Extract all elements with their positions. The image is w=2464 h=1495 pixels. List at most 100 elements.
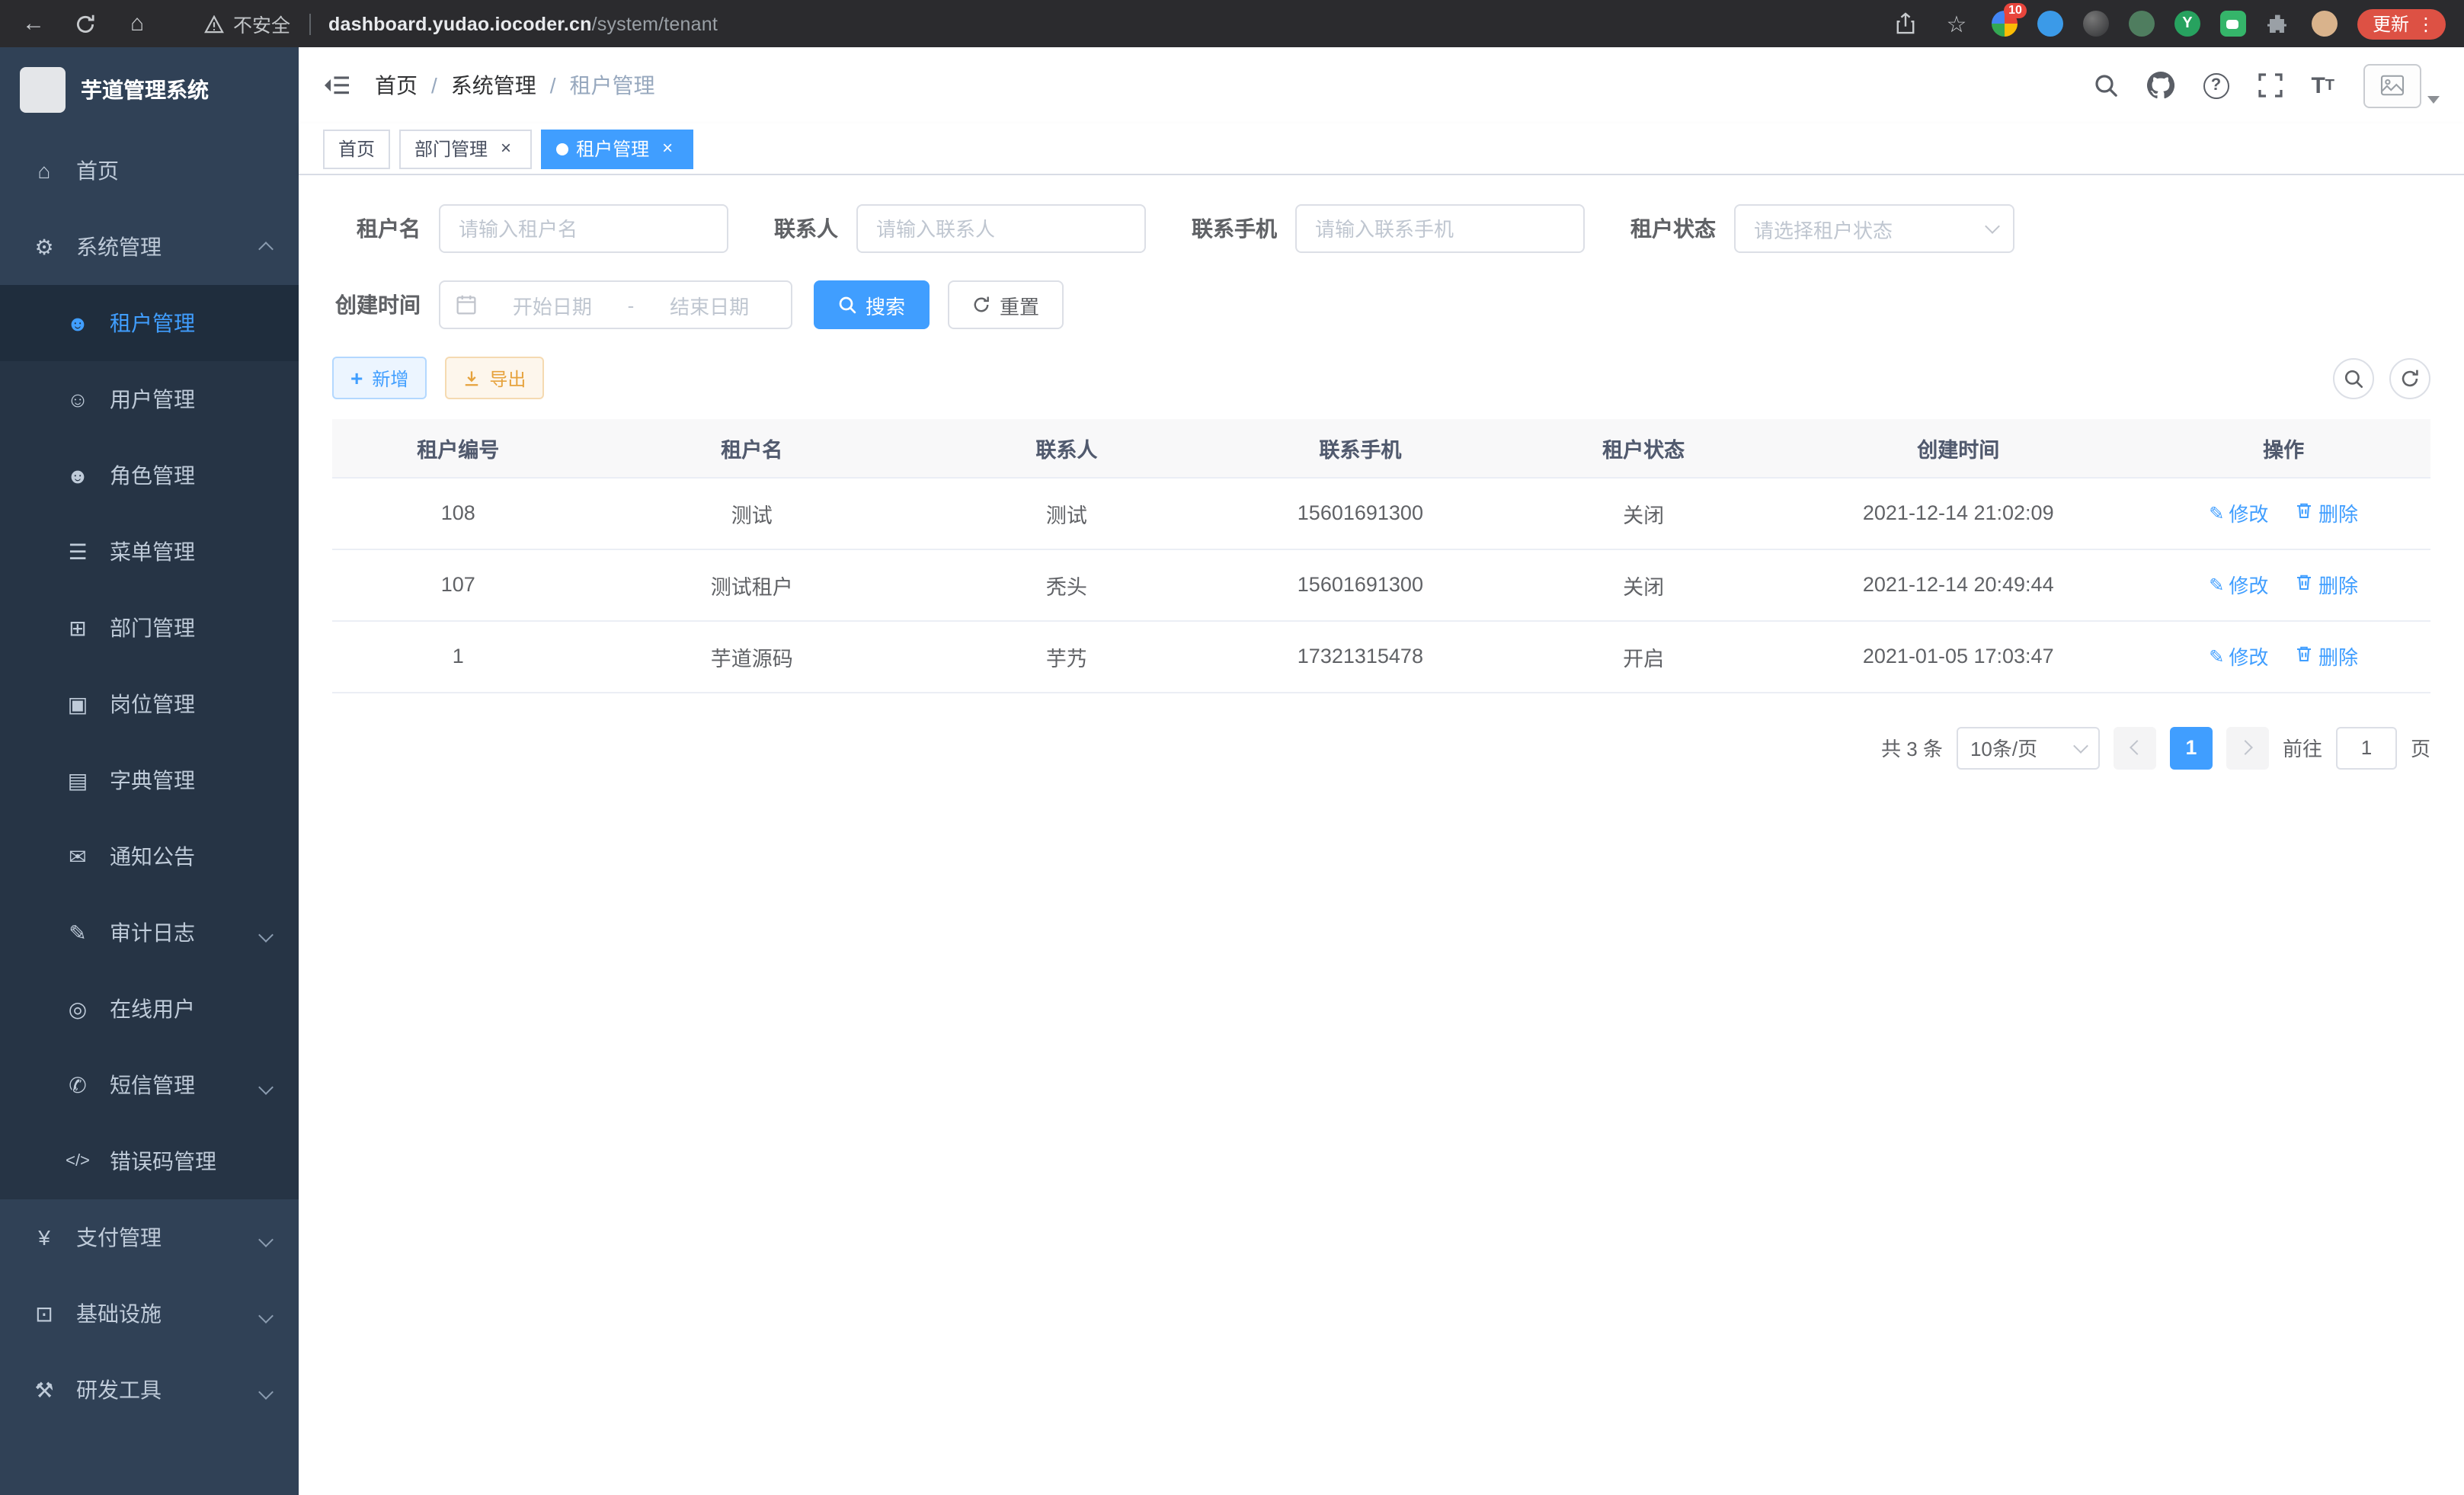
phone-icon: ✆ (64, 1072, 91, 1098)
next-page-button[interactable] (2226, 726, 2269, 769)
tab-dept[interactable]: 部门管理 × (399, 129, 532, 168)
edit-link[interactable]: ✎修改 (2209, 499, 2268, 528)
sidebar-item-system[interactable]: ⚙ 系统管理 (0, 209, 299, 285)
menu-label: 用户管理 (110, 384, 195, 415)
add-button[interactable]: + 新增 (332, 357, 427, 399)
toggle-search-button[interactable] (2333, 357, 2374, 399)
contact-input[interactable] (856, 204, 1146, 253)
extension-colorful-icon[interactable]: 10 (1992, 11, 2018, 37)
extension-dark-icon[interactable] (2083, 11, 2109, 37)
edit-link[interactable]: ✎修改 (2209, 571, 2268, 600)
menu-label: 支付管理 (76, 1222, 162, 1253)
breadcrumb-home[interactable]: 首页 (375, 70, 418, 101)
back-icon[interactable]: ← (18, 11, 49, 37)
table-header-row: 租户编号 租户名 联系人 联系手机 租户状态 创建时间 操作 (332, 419, 2430, 477)
chevron-left-icon (2130, 740, 2145, 755)
menu-label: 研发工具 (76, 1375, 162, 1405)
sidebar-item-online-user[interactable]: ◎ 在线用户 (0, 971, 299, 1047)
search-button[interactable]: 搜索 (814, 280, 930, 329)
col-tenant-name: 租户名 (584, 419, 920, 477)
delete-link[interactable]: 删除 (2296, 498, 2358, 527)
sidebar-item-dev-tools[interactable]: ⚒ 研发工具 (0, 1352, 299, 1428)
tab-label: 首页 (338, 136, 375, 162)
menu-label: 系统管理 (76, 232, 162, 262)
extension-blue-icon[interactable] (2037, 11, 2063, 37)
edit-icon: ✎ (2209, 646, 2224, 667)
reload-icon[interactable] (70, 13, 101, 34)
table-row: 1 芋道源码 芋艿 17321315478 开启 2021-01-05 17:0… (332, 620, 2430, 692)
download-icon (463, 370, 480, 386)
app-logo[interactable]: 芋道管理系统 (0, 47, 299, 133)
search-icon[interactable] (2093, 73, 2117, 98)
goto-label: 前往 (2283, 733, 2322, 762)
tenant-name-input[interactable] (439, 204, 728, 253)
logo-image (20, 67, 66, 113)
sidebar-item-payment[interactable]: ¥ 支付管理 (0, 1199, 299, 1276)
cell-phone: 15601691300 (1214, 549, 1508, 620)
sidebar-item-notice[interactable]: ✉ 通知公告 (0, 818, 299, 895)
extension-chat-icon[interactable] (2220, 11, 2246, 37)
menu-label: 错误码管理 (110, 1146, 216, 1176)
sidebar-item-home[interactable]: ⌂ 首页 (0, 133, 299, 209)
sidebar-item-post[interactable]: ▣ 岗位管理 (0, 666, 299, 742)
edit-label: 修改 (2229, 499, 2268, 528)
menu-label: 角色管理 (110, 460, 195, 491)
chevron-up-icon (261, 235, 271, 259)
cell-status: 关闭 (1507, 477, 1780, 549)
chevron-down-icon (2427, 95, 2440, 103)
address-bar[interactable]: dashboard.yudao.iocoder.cn/system/tenant (328, 13, 718, 34)
sidebar-item-audit-log[interactable]: ✎ 审计日志 (0, 895, 299, 971)
close-icon[interactable]: × (657, 138, 678, 159)
users-icon: ☻ (64, 311, 91, 335)
edit-icon: ✎ (2209, 575, 2224, 596)
export-button[interactable]: 导出 (445, 357, 544, 399)
home-icon[interactable]: ⌂ (122, 11, 152, 37)
profile-avatar-icon[interactable] (2312, 11, 2338, 37)
extension-y-icon[interactable]: Y (2174, 11, 2200, 37)
tab-home[interactable]: 首页 (323, 129, 390, 168)
breadcrumb-system[interactable]: 系统管理 (451, 70, 536, 101)
date-range-picker[interactable]: 开始日期 - 结束日期 (439, 280, 792, 329)
sidebar-item-error-code[interactable]: </> 错误码管理 (0, 1123, 299, 1199)
github-icon[interactable] (2146, 72, 2174, 99)
sidebar-item-sms[interactable]: ✆ 短信管理 (0, 1047, 299, 1123)
phone-input[interactable] (1295, 204, 1585, 253)
sidebar-item-dict[interactable]: ▤ 字典管理 (0, 742, 299, 818)
page-size-select[interactable]: 10条/页 (1957, 726, 2100, 769)
fullscreen-icon[interactable] (2258, 73, 2282, 98)
delete-link[interactable]: 删除 (2296, 570, 2358, 599)
user-avatar[interactable] (2363, 63, 2440, 107)
status-select[interactable]: 请选择租户状态 (1734, 204, 2014, 253)
bookmark-star-icon[interactable]: ☆ (1941, 10, 1972, 37)
extension-green-icon[interactable] (2129, 11, 2155, 37)
reset-button[interactable]: 重置 (948, 280, 1064, 329)
close-icon[interactable]: × (495, 138, 517, 159)
sidebar-item-menu[interactable]: ☰ 菜单管理 (0, 514, 299, 590)
extensions-puzzle-icon[interactable] (2266, 11, 2292, 37)
goto-page-input[interactable] (2336, 726, 2397, 769)
update-button[interactable]: 更新 ⋮ (2357, 8, 2446, 39)
sidebar-toggle-button[interactable] (323, 73, 350, 98)
calendar-icon (456, 294, 477, 315)
edit-link[interactable]: ✎修改 (2209, 642, 2268, 671)
page-number-button[interactable]: 1 (2170, 726, 2213, 769)
sidebar-item-user[interactable]: ☺ 用户管理 (0, 361, 299, 437)
refresh-table-button[interactable] (2389, 357, 2430, 399)
site-security-button[interactable]: 不安全 (204, 9, 290, 38)
tenant-name-label: 租户名 (332, 213, 421, 244)
tab-tenant[interactable]: 租户管理 × (541, 129, 693, 168)
help-icon[interactable]: ? (2203, 72, 2229, 98)
delete-link[interactable]: 删除 (2296, 642, 2358, 671)
sidebar-item-dept[interactable]: ⊞ 部门管理 (0, 590, 299, 666)
share-icon[interactable] (1891, 12, 1922, 35)
breadcrumb-separator: / (550, 73, 556, 98)
sidebar-item-infra[interactable]: ⊡ 基础设施 (0, 1276, 299, 1352)
sidebar-item-tenant[interactable]: ☻ 租户管理 (0, 285, 299, 361)
add-button-label: 新增 (372, 365, 408, 391)
sidebar-item-role[interactable]: ☻ 角色管理 (0, 437, 299, 514)
monitor-icon: ⊡ (30, 1301, 58, 1327)
url-path: /system/tenant (592, 13, 718, 34)
font-size-icon[interactable]: TT (2311, 72, 2334, 98)
col-tenant-id: 租户编号 (332, 419, 584, 477)
prev-page-button[interactable] (2114, 726, 2156, 769)
